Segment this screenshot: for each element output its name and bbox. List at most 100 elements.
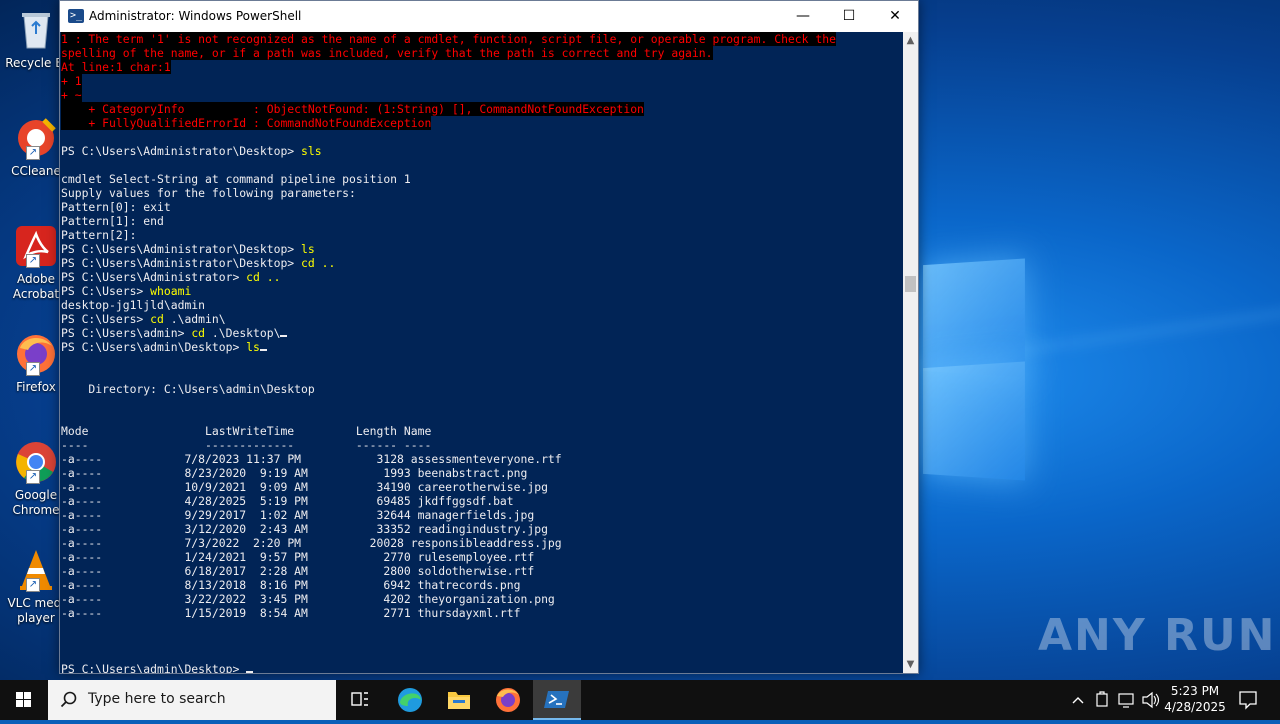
powershell-window[interactable]: >_ Administrator: Windows PowerShell — ☐… (59, 0, 919, 674)
scroll-up-icon[interactable]: ▲ (903, 32, 918, 49)
file-time: 2:43 AM (246, 522, 308, 536)
file-name: rulesemployee.rtf (410, 550, 535, 564)
error-text: spelling of the name, or if a path was i… (61, 46, 713, 60)
file-length: 2770 (307, 550, 411, 564)
device-icon (1096, 691, 1108, 707)
ccleaner-icon: ↗ (14, 116, 58, 160)
console-output[interactable]: 1 : The term '1' is not recognized as th… (61, 32, 903, 673)
vlc-icon: ↗ (14, 548, 58, 592)
powershell-icon (544, 691, 569, 708)
minimize-button[interactable]: — (780, 1, 826, 32)
listing-header: Mode LastWriteTime Length Name (61, 424, 903, 438)
file-date: 9/29/2017 (102, 508, 247, 522)
file-row: -a---- 10/9/2021 9:09 AM 34190 careeroth… (61, 480, 903, 494)
text-cursor (259, 349, 267, 351)
prompt-text: PS C:\Users\Administrator\Desktop> (61, 144, 302, 158)
error-line: At line:1 char:1 (61, 60, 903, 74)
file-time: 5:19 PM (246, 494, 308, 508)
scrollbar-thumb[interactable] (905, 276, 916, 292)
error-line: + FullyQualifiedErrorId : CommandNotFoun… (61, 116, 903, 130)
anyrun-watermark: ANY RUN (1038, 610, 1277, 661)
edge-button[interactable] (386, 680, 434, 720)
error-text: + CategoryInfo : ObjectNotFound: (1:Stri… (61, 102, 644, 116)
file-name: readingindustry.jpg (410, 522, 548, 536)
taskbar-search-box[interactable]: Type here to search (48, 680, 336, 720)
file-row: -a---- 1/24/2021 9:57 PM 2770 rulesemplo… (61, 550, 903, 564)
file-explorer-button[interactable] (435, 680, 483, 720)
window-titlebar[interactable]: >_ Administrator: Windows PowerShell — ☐… (60, 1, 918, 32)
output-text: desktop-jg1ljld\admin (61, 298, 206, 312)
task-view-icon (351, 692, 368, 706)
output-line: Pattern[0]: exit (61, 200, 903, 214)
file-time: 9:57 PM (246, 550, 308, 564)
file-length: 34190 (307, 480, 411, 494)
volume-icon (1142, 691, 1160, 709)
output-line: Pattern[1]: end (61, 214, 903, 228)
prompt-line: PS C:\Users\Administrator\Desktop> sls (61, 144, 903, 158)
file-name: managerfields.jpg (410, 508, 535, 522)
firefox-icon (496, 688, 520, 712)
file-date: 3/12/2020 (102, 522, 247, 536)
tray-device-button[interactable] (1092, 680, 1114, 720)
output-text: cmdlet Select-String at command pipeline… (61, 172, 411, 186)
window-title: Administrator: Windows PowerShell (89, 9, 302, 23)
vertical-scrollbar[interactable]: ▲ ▼ (903, 32, 918, 673)
network-button[interactable] (1116, 680, 1138, 720)
volume-button[interactable] (1140, 680, 1162, 720)
prompt-line: PS C:\Users> whoami (61, 284, 903, 298)
file-time: 2:28 AM (246, 564, 308, 578)
file-date: 7/8/2023 (102, 452, 240, 466)
notifications-button[interactable] (1234, 680, 1262, 720)
file-date: 1/24/2021 (102, 550, 247, 564)
prompt-line: PS C:\Users\admin\Desktop> (61, 662, 903, 673)
file-name: soldotherwise.rtf (410, 564, 535, 578)
firefox-icon: ↗ (14, 332, 58, 376)
file-row: -a---- 3/22/2022 3:45 PM 4202 theyorgani… (61, 592, 903, 606)
task-view-button[interactable] (336, 680, 384, 720)
file-length: 3128 (301, 452, 404, 466)
taskbar-clock[interactable]: 5:23 PM 4/28/2025 (1160, 683, 1230, 715)
clock-date: 4/28/2025 (1164, 700, 1226, 714)
file-name: assessmenteveryone.rtf (403, 452, 562, 466)
start-button[interactable] (0, 680, 48, 720)
command-text: sls (301, 144, 322, 158)
file-explorer-icon (448, 692, 470, 709)
file-row: -a---- 8/13/2018 8:16 PM 6942 thatrecord… (61, 578, 903, 592)
file-name: careerotherwise.jpg (410, 480, 548, 494)
command-text: ls (301, 242, 315, 256)
command-text: whoami (150, 284, 192, 298)
command-text: cd (191, 326, 206, 340)
scroll-down-icon[interactable]: ▼ (903, 656, 918, 673)
file-mode: -a---- (61, 592, 103, 606)
prompt-text: PS C:\Users\Administrator\Desktop> (61, 256, 302, 270)
file-time: 8:16 PM (246, 578, 308, 592)
listing-rule: ---- ------------- ------ ---- (61, 438, 903, 452)
firefox-taskbar-button[interactable] (484, 680, 532, 720)
command-text: cd .. (301, 256, 336, 270)
text-cursor (280, 335, 288, 337)
file-mode: -a---- (61, 606, 103, 620)
close-button[interactable]: ✕ (872, 1, 918, 32)
output-line: cmdlet Select-String at command pipeline… (61, 172, 903, 186)
prompt-line: PS C:\Users> cd .\admin\ (61, 312, 903, 326)
recycle-bin-icon (14, 8, 58, 52)
file-date: 7/3/2022 (102, 536, 240, 550)
error-text: + 1 (61, 74, 82, 88)
show-hidden-icons-button[interactable] (1068, 680, 1088, 720)
file-length: 20028 (301, 536, 404, 550)
file-date: 1/15/2019 (102, 606, 247, 620)
directory-line: Directory: C:\Users\admin\Desktop (61, 382, 903, 396)
chevron-up-icon (1072, 697, 1084, 704)
powershell-taskbar-button[interactable] (533, 680, 581, 720)
file-length: 69485 (307, 494, 411, 508)
file-row: -a---- 1/15/2019 8:54 AM 2771 thursdayxm… (61, 606, 903, 620)
maximize-button[interactable]: ☐ (826, 1, 872, 32)
file-row: -a---- 4/28/2025 5:19 PM 69485 jkdffggsd… (61, 494, 903, 508)
file-length: 4202 (307, 592, 411, 606)
file-date: 8/23/2020 (102, 466, 247, 480)
file-row: -a---- 6/18/2017 2:28 AM 2800 soldotherw… (61, 564, 903, 578)
file-date: 4/28/2025 (102, 494, 247, 508)
